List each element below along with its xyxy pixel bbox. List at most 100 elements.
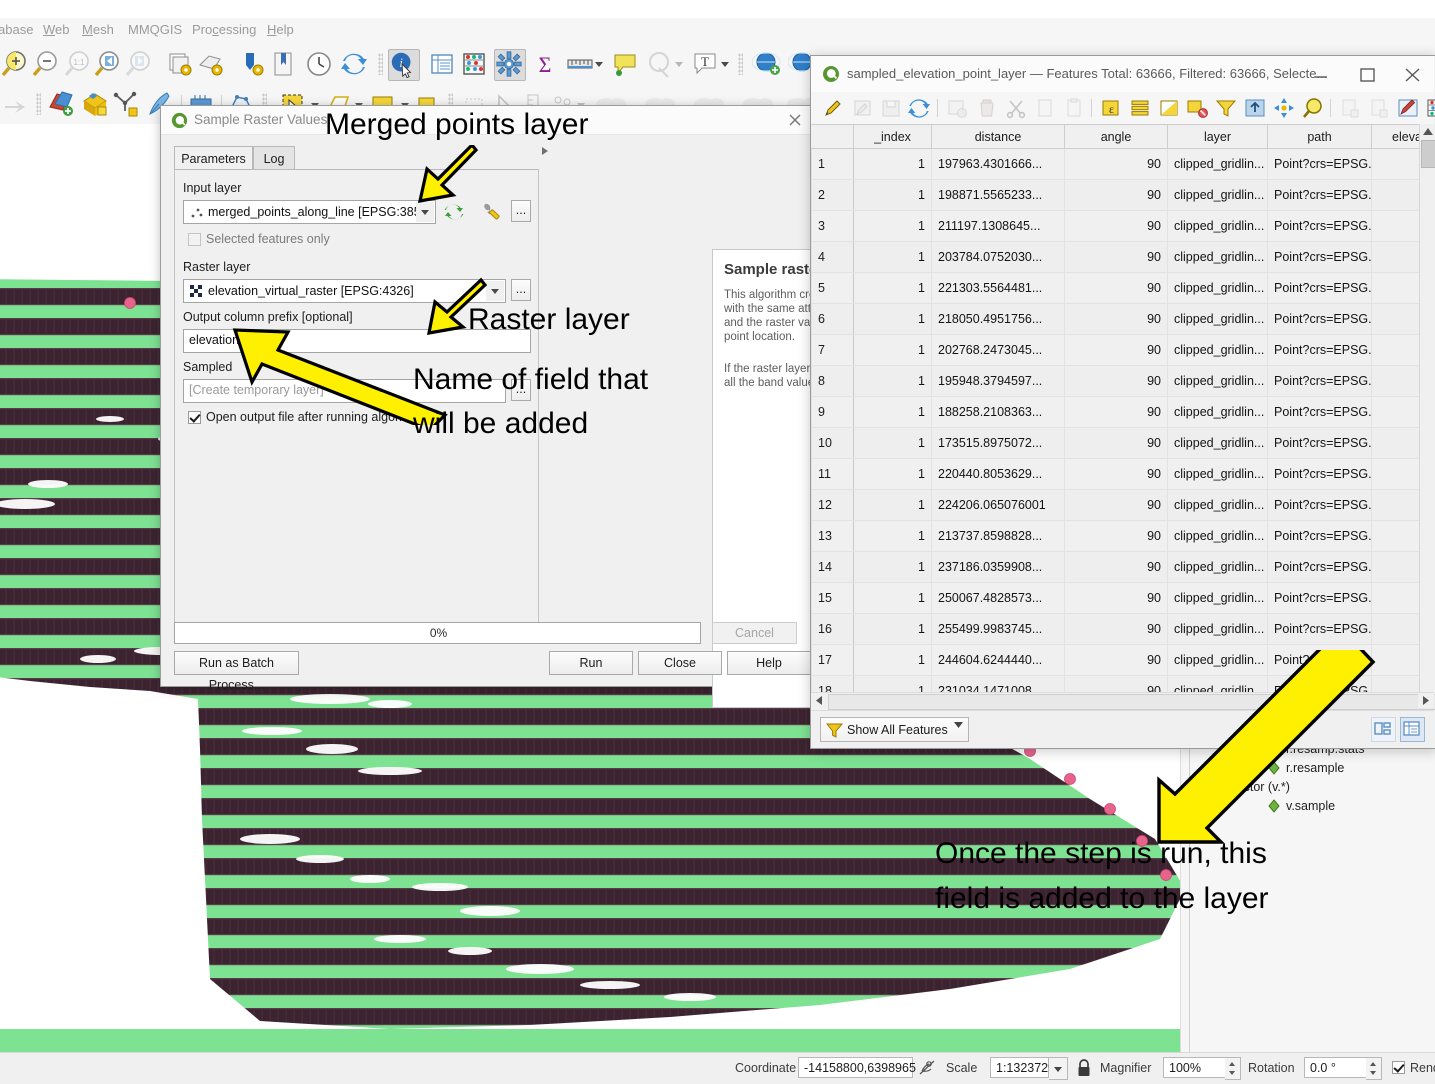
column-header-path[interactable]: path bbox=[1267, 124, 1372, 149]
row-number[interactable]: 1 bbox=[811, 148, 854, 180]
cell-angle[interactable]: 90 bbox=[1064, 272, 1168, 304]
cell-distance[interactable]: 237186.0359908... bbox=[931, 551, 1065, 583]
add-mesh-layer-icon[interactable] bbox=[112, 89, 142, 119]
scroll-left-arrow[interactable] bbox=[811, 693, 827, 708]
cell-angle[interactable]: 90 bbox=[1064, 334, 1168, 366]
cell-distance[interactable]: 188258.2108363... bbox=[931, 396, 1065, 428]
table-view-toggle-icon[interactable] bbox=[1400, 717, 1425, 742]
cell-path[interactable]: Point?crs=EPSG... bbox=[1267, 520, 1372, 552]
invert-selection-icon[interactable] bbox=[1157, 96, 1181, 120]
scale-dropdown-icon[interactable] bbox=[1049, 1057, 1068, 1080]
row-number[interactable]: 15 bbox=[811, 582, 854, 614]
cell-distance[interactable]: 218050.4951756... bbox=[931, 303, 1065, 335]
cell-layer[interactable]: clipped_gridlin... bbox=[1167, 644, 1268, 676]
open-attribute-table-icon[interactable] bbox=[427, 49, 457, 79]
bookmark-icon[interactable] bbox=[268, 49, 298, 79]
help-button[interactable]: Help bbox=[727, 651, 811, 675]
field-calculator-icon[interactable] bbox=[1396, 96, 1420, 120]
minimize-icon[interactable] bbox=[1301, 60, 1341, 88]
cell-layer[interactable]: clipped_gridlin... bbox=[1167, 148, 1268, 180]
conditional-formatting-icon[interactable] bbox=[1425, 96, 1435, 120]
cell-layer[interactable]: clipped_gridlin... bbox=[1167, 613, 1268, 645]
text-annotation-icon[interactable]: T bbox=[690, 49, 720, 79]
row-number[interactable]: 16 bbox=[811, 613, 854, 645]
cell-index[interactable]: 1 bbox=[853, 241, 932, 273]
chevron-down-icon[interactable] bbox=[416, 202, 434, 222]
form-view-toggle-icon[interactable] bbox=[1371, 717, 1396, 742]
cell-index[interactable]: 1 bbox=[853, 396, 932, 428]
cell-path[interactable]: Point?crs=EPSG... bbox=[1267, 582, 1372, 614]
cell-path[interactable]: Point?crs=EPSG... bbox=[1267, 489, 1372, 521]
select-expression-icon[interactable]: ε bbox=[1099, 96, 1123, 120]
processing-toolbox-icon[interactable] bbox=[494, 49, 526, 81]
cell-distance[interactable]: 250067.4828573... bbox=[931, 582, 1065, 614]
menu-item-processing[interactable]: Processing bbox=[192, 22, 256, 37]
cell-distance[interactable]: 173515.8975072... bbox=[931, 427, 1065, 459]
cell-distance[interactable]: 203784.0752030... bbox=[931, 241, 1065, 273]
cell-index[interactable]: 1 bbox=[853, 458, 932, 490]
cell-distance[interactable]: 195948.3794597... bbox=[931, 365, 1065, 397]
table-row[interactable]: 12 1 224206.065076001 90 clipped_gridlin... P… bbox=[811, 489, 1434, 521]
cell-index[interactable]: 1 bbox=[853, 613, 932, 645]
input-layer-combo[interactable]: merged_points_along_line [EPSG:3857] bbox=[183, 200, 436, 224]
scale-field[interactable]: 1:1323729 bbox=[990, 1057, 1055, 1078]
zoom-out-icon[interactable] bbox=[31, 49, 61, 79]
row-number[interactable]: 12 bbox=[811, 489, 854, 521]
run-button[interactable]: Run bbox=[549, 651, 633, 675]
cell-angle[interactable]: 90 bbox=[1064, 489, 1168, 521]
row-number[interactable]: 8 bbox=[811, 365, 854, 397]
table-row[interactable]: 9 1 188258.2108363... 90 clipped_gridlin... P… bbox=[811, 396, 1434, 428]
cell-angle[interactable]: 90 bbox=[1064, 551, 1168, 583]
column-header-layer[interactable]: layer bbox=[1167, 124, 1268, 149]
cell-index[interactable]: 1 bbox=[853, 644, 932, 676]
cell-index[interactable]: 1 bbox=[853, 520, 932, 552]
cell-layer[interactable]: clipped_gridlin... bbox=[1167, 551, 1268, 583]
cell-distance[interactable]: 224206.065076001 bbox=[931, 489, 1065, 521]
zoom-to-selection-icon[interactable] bbox=[196, 49, 226, 79]
cell-distance[interactable]: 213737.8598828... bbox=[931, 520, 1065, 552]
cell-distance[interactable]: 211197.1308645... bbox=[931, 210, 1065, 242]
cell-angle[interactable]: 90 bbox=[1064, 179, 1168, 211]
run-as-batch-button[interactable]: Run as Batch Process... bbox=[174, 651, 299, 692]
cell-path[interactable]: Point?crs=EPSG... bbox=[1267, 334, 1372, 366]
cell-path[interactable]: Point?crs=EPSG... bbox=[1267, 396, 1372, 428]
cell-layer[interactable]: clipped_gridlin... bbox=[1167, 396, 1268, 428]
toolbar-grip-2[interactable] bbox=[738, 53, 743, 75]
cell-path[interactable]: Point?crs=EPSG... bbox=[1267, 551, 1372, 583]
table-row[interactable]: 6 1 218050.4951756... 90 clipped_gridlin... P… bbox=[811, 303, 1434, 335]
iterate-icon[interactable] bbox=[443, 202, 465, 227]
cell-angle[interactable]: 90 bbox=[1064, 396, 1168, 428]
cell-index[interactable]: 1 bbox=[853, 179, 932, 211]
toolbox-item-v-sample[interactable]: v.sample bbox=[1286, 799, 1335, 813]
add-raster-layer-icon[interactable] bbox=[80, 89, 110, 119]
table-row[interactable]: 10 1 173515.8975072... 90 clipped_gridlin...… bbox=[811, 427, 1434, 459]
table-row[interactable]: 1 1 197963.4301666... 90 clipped_gridlin... P… bbox=[811, 148, 1434, 180]
raster-layer-combo[interactable]: elevation_virtual_raster [EPSG:4326] bbox=[183, 279, 506, 303]
cell-angle[interactable]: 90 bbox=[1064, 427, 1168, 459]
row-number[interactable]: 6 bbox=[811, 303, 854, 335]
close-icon-2[interactable] bbox=[1393, 60, 1433, 88]
table-row[interactable]: 8 1 195948.3794597... 90 clipped_gridlin... P… bbox=[811, 365, 1434, 397]
cell-layer[interactable]: clipped_gridlin... bbox=[1167, 241, 1268, 273]
move-selection-top-icon[interactable] bbox=[1243, 96, 1267, 120]
zoom-to-feature-icon[interactable] bbox=[237, 49, 267, 79]
row-number[interactable]: 11 bbox=[811, 458, 854, 490]
cell-angle[interactable]: 90 bbox=[1064, 613, 1168, 645]
cell-distance[interactable]: 197963.4301666... bbox=[931, 148, 1065, 180]
close-icon[interactable] bbox=[784, 110, 806, 130]
add-wms-layer-icon[interactable] bbox=[751, 49, 782, 79]
table-row[interactable]: 4 1 203784.0752030... 90 clipped_gridlin... P… bbox=[811, 241, 1434, 273]
identify-features-icon[interactable]: i bbox=[388, 49, 420, 81]
cell-path[interactable]: Point?crs=EPSG... bbox=[1267, 303, 1372, 335]
table-row[interactable]: 7 1 202768.2473045... 90 clipped_gridlin... P… bbox=[811, 334, 1434, 366]
render-checkbox[interactable] bbox=[1392, 1061, 1405, 1074]
cell-distance[interactable]: 255499.9983745... bbox=[931, 613, 1065, 645]
row-number[interactable]: 13 bbox=[811, 520, 854, 552]
column-header-angle[interactable]: angle bbox=[1064, 124, 1168, 149]
table-row[interactable]: 16 1 255499.9983745... 90 clipped_gridlin...… bbox=[811, 613, 1434, 645]
cell-path[interactable]: Point?crs=EPSG... bbox=[1267, 210, 1372, 242]
toolbox-group-vector[interactable]: Vector (v.*) bbox=[1229, 780, 1290, 794]
cell-path[interactable]: Point?crs=EPSG... bbox=[1267, 613, 1372, 645]
cell-index[interactable]: 1 bbox=[853, 365, 932, 397]
toolbar-grip[interactable] bbox=[378, 53, 383, 75]
